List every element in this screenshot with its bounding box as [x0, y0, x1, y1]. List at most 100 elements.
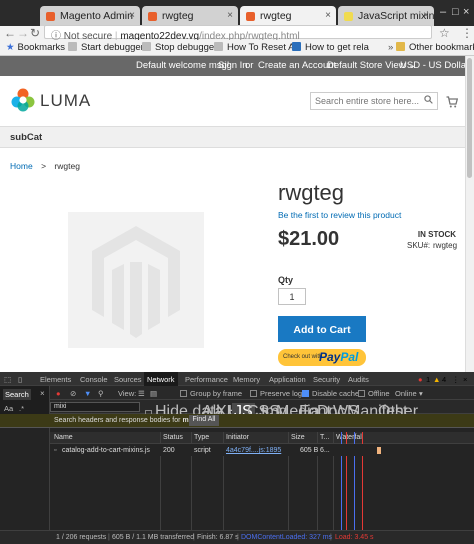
bookmark-label: How to get rela — [305, 42, 369, 53]
luma-logo-icon[interactable] — [11, 88, 35, 112]
bookmark-label: Start debugger — [81, 42, 144, 53]
device-toggle-icon[interactable]: ▯ — [18, 375, 22, 384]
category-nav: subCat — [0, 126, 474, 148]
tab-application[interactable]: Application — [269, 375, 306, 384]
bookmark-start-debugger[interactable]: Start debugger — [68, 42, 144, 53]
search-scope-text: Search headers and response bodies for m… — [54, 417, 196, 424]
error-count[interactable]: 1 — [426, 375, 430, 384]
search-drawer-tab[interactable]: Search — [3, 389, 31, 400]
close-icon[interactable]: × — [325, 10, 331, 21]
col-type[interactable]: Type — [194, 434, 209, 441]
star-icon[interactable]: ☆ — [439, 26, 450, 40]
breadcrumb-current: rwgteg — [54, 161, 80, 171]
tab-performance[interactable]: Performance — [185, 375, 228, 384]
store-search-input[interactable]: Search entire store here... — [310, 92, 438, 110]
search-icon[interactable]: ⚲ — [98, 389, 104, 398]
bookmark-how-to-reset[interactable]: How To Reset A — [214, 42, 294, 53]
col-status[interactable]: Status — [163, 434, 183, 441]
tab-sources[interactable]: Sources — [114, 375, 142, 384]
product-image-placeholder[interactable] — [68, 212, 204, 348]
tab-network[interactable]: Network — [144, 372, 178, 386]
tab-memory[interactable]: Memory — [233, 375, 260, 384]
search-query-input[interactable]: mixi — [50, 402, 140, 412]
address-bar[interactable]: ⓘ Not secure | magento22dev.vg/index.php… — [44, 25, 432, 42]
group-by-frame-checkbox[interactable]: Group by frame — [180, 389, 242, 398]
warning-count[interactable]: 4 — [442, 375, 446, 384]
maximize-icon[interactable]: □ — [452, 6, 459, 18]
finish-time: Finish: 6.87 s — [197, 534, 239, 541]
logo-text[interactable]: LUMA — [40, 91, 91, 111]
page-scrollbar-thumb[interactable] — [467, 58, 472, 178]
col-name[interactable]: Name — [54, 434, 73, 441]
tab-console[interactable]: Console — [80, 375, 108, 384]
sign-in-link[interactable]: Sign In — [218, 60, 248, 71]
close-icon[interactable]: × — [129, 10, 135, 21]
chevron-right-icon[interactable]: » — [388, 42, 393, 53]
regex-toggle[interactable]: .* — [19, 404, 24, 413]
tab-rwgteg-active[interactable]: rwgteg × — [240, 6, 336, 27]
tab-magento-admin[interactable]: Magento Admin × — [40, 6, 140, 26]
find-all-button[interactable]: Find All — [189, 415, 219, 426]
tab-rwgteg[interactable]: rwgteg × — [142, 6, 238, 26]
record-icon[interactable]: ● — [56, 389, 61, 398]
col-size[interactable]: Size — [291, 434, 305, 441]
tab-security[interactable]: Security — [313, 375, 340, 384]
minimize-icon[interactable]: – — [440, 6, 446, 18]
paypal-logo: PayPal — [319, 350, 358, 364]
preserve-log-checkbox[interactable]: Preserve log — [250, 389, 302, 398]
filter-icon[interactable]: ▼ — [84, 389, 91, 398]
offline-checkbox[interactable]: Offline — [358, 389, 390, 398]
load-time: Load: 3.45 s — [335, 534, 374, 541]
product-title: rwgteg — [278, 180, 345, 205]
reload-icon[interactable]: ↻ — [30, 26, 40, 40]
throttling-select[interactable]: Online — [395, 389, 417, 398]
window-close-icon[interactable]: × — [463, 6, 469, 18]
search-icon[interactable] — [424, 95, 433, 104]
back-icon[interactable]: ← — [4, 26, 16, 40]
cart-icon[interactable] — [446, 96, 458, 108]
store-header-panel: Default welcome msg! Sign In or Create a… — [0, 56, 474, 76]
menu-icon[interactable]: ⋮ — [461, 26, 473, 40]
currency-switcher[interactable]: USD - US Dollar ⌄ — [400, 60, 474, 71]
paypal-pal: Pal — [340, 350, 359, 364]
bookmark-how-to-get[interactable]: How to get rela — [292, 42, 369, 53]
overview-icon[interactable]: ▤ — [150, 389, 157, 398]
close-icon[interactable]: × — [423, 10, 429, 21]
inspect-icon[interactable]: ⬚ — [4, 375, 11, 384]
bookmark-other[interactable]: Other bookmarks — [396, 42, 474, 53]
col-initiator[interactable]: Initiator — [226, 434, 249, 441]
waterfall-bar[interactable] — [377, 447, 381, 454]
large-rows-icon[interactable]: ☰ — [138, 389, 145, 398]
match-case-toggle[interactable]: Aa — [4, 404, 13, 413]
review-link[interactable]: Be the first to review this product — [278, 210, 401, 220]
more-icon[interactable]: ⋮ — [452, 375, 460, 384]
clear-icon[interactable]: ⊘ — [70, 389, 76, 398]
forward-icon[interactable]: → — [17, 26, 29, 40]
tab-audits[interactable]: Audits — [348, 375, 369, 384]
create-account-link[interactable]: Create an Account — [258, 60, 336, 71]
devtools-close-icon[interactable]: × — [463, 375, 467, 384]
close-icon[interactable]: × — [227, 10, 233, 21]
sku-value: rwgteg — [433, 241, 458, 250]
disable-cache-checkbox[interactable]: Disable cache — [302, 389, 359, 398]
col-time[interactable]: T... — [320, 434, 329, 441]
devtools-tab-bar: ⬚ ▯ Elements Console Sources Network Per… — [0, 372, 474, 386]
product-price: $21.00 — [278, 228, 340, 250]
bookmark-stop-debugger[interactable]: Stop debugger — [142, 42, 217, 53]
bookmark-bookmarks[interactable]: ★ Bookmarks — [6, 42, 65, 53]
tab-javascript-mixins[interactable]: JavaScript mixins × — [338, 6, 434, 26]
magento-favicon — [246, 12, 255, 21]
qty-input[interactable]: 1 — [278, 288, 306, 305]
tab-elements[interactable]: Elements — [40, 375, 71, 384]
add-to-cart-button[interactable]: Add to Cart — [278, 316, 366, 342]
transferred-size: 605 B / 1.1 MB transferred — [112, 534, 195, 541]
checkbox-icon — [180, 390, 187, 397]
category-subcat[interactable]: subCat — [10, 132, 42, 143]
breadcrumb-home[interactable]: Home — [10, 161, 33, 171]
network-table-header — [50, 432, 474, 444]
close-icon[interactable]: × — [40, 389, 45, 398]
request-name[interactable]: catalog-add-to-cart-mixins.js — [62, 447, 150, 454]
request-size: 605 B — [300, 447, 319, 454]
checkbox-icon — [250, 390, 257, 397]
request-initiator[interactable]: 4a4c79f....js:1895 — [226, 447, 281, 454]
